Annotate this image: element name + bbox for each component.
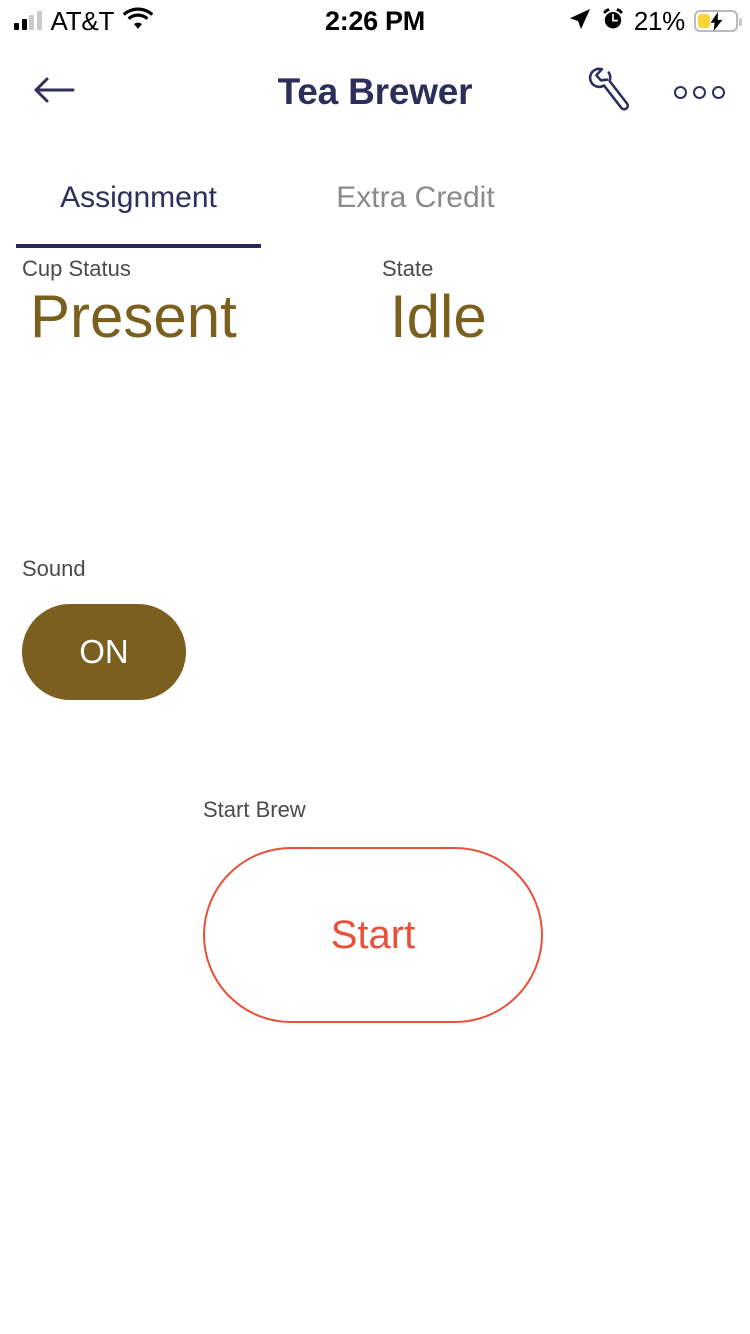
tab-assignment[interactable]: Assignment [0,152,277,244]
sound-control: Sound ON [22,556,186,700]
state-value: Idle [390,283,487,350]
battery-percent-label: 21% [633,5,685,36]
tab-bar: Assignment Extra Credit [0,152,750,248]
tab-active-indicator [16,244,261,248]
state-label: State [382,256,434,281]
start-brew-control: Start Brew Start [203,797,543,1023]
cup-status-readout: Cup Status Present [22,256,237,353]
location-arrow-icon [568,7,592,36]
app-screen: AT&T 2:26 PM 21% Tea Brewer Assignment E… [0,0,750,1334]
start-button[interactable]: Start [203,847,543,1023]
navigation-bar: Tea Brewer [0,46,750,138]
more-horizontal-icon [673,85,687,99]
settings-button[interactable] [578,62,642,122]
wrench-icon [587,66,633,119]
state-readout: State Idle [382,256,487,353]
tab-extra-credit[interactable]: Extra Credit [277,152,554,244]
more-horizontal-icon-dot-3 [711,85,725,99]
sound-toggle-button[interactable]: ON [22,604,186,700]
battery-charging-icon [694,10,742,32]
cup-status-value: Present [30,283,237,350]
start-brew-label: Start Brew [203,797,306,822]
status-bar: AT&T 2:26 PM 21% [0,0,750,46]
status-bar-right: 21% [568,5,742,37]
cup-status-label: Cup Status [22,256,131,281]
alarm-clock-icon [601,7,625,36]
sound-label: Sound [22,556,86,581]
overflow-menu-button[interactable] [668,62,730,122]
more-horizontal-icon-dot-2 [692,85,706,99]
